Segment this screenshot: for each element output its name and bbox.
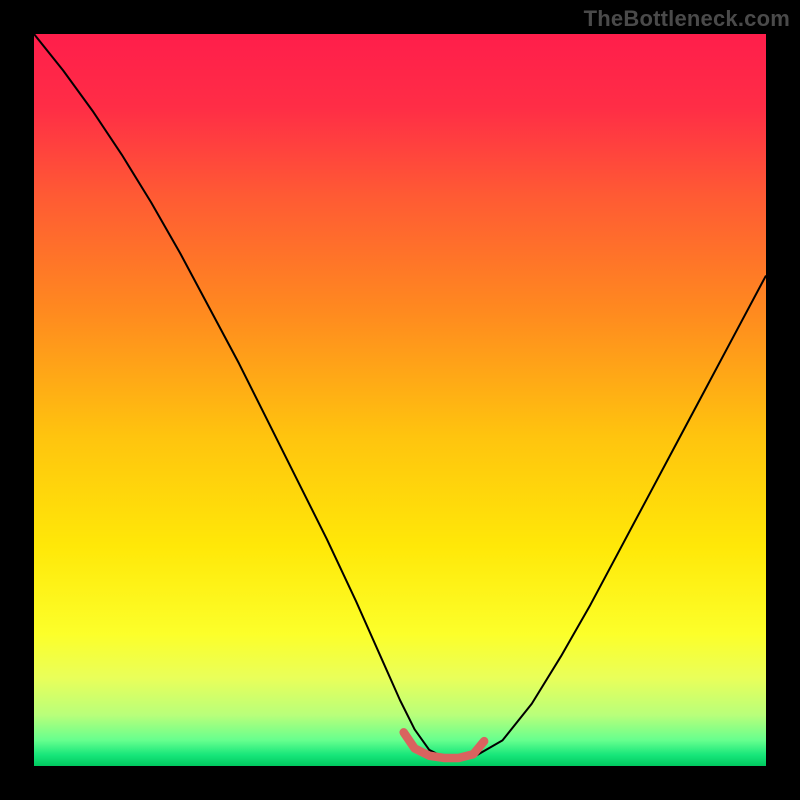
watermark-text: TheBottleneck.com [584,6,790,32]
plot-area [34,34,766,766]
gradient-background [34,34,766,766]
chart-canvas [34,34,766,766]
chart-frame: TheBottleneck.com [0,0,800,800]
